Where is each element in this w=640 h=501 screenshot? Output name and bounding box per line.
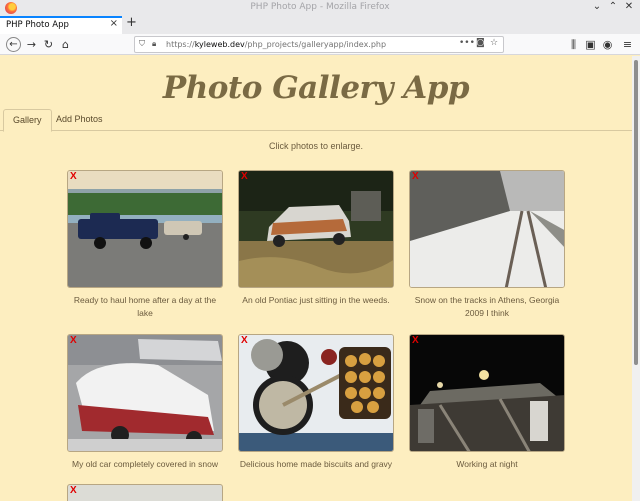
night-work-photo-image bbox=[410, 335, 564, 451]
sidebar-icon[interactable]: ▣ bbox=[583, 37, 598, 52]
photo-card: X An old Pontiac just sitting in the wee… bbox=[238, 170, 394, 307]
lock-icon[interactable]: 🔒︎ bbox=[152, 39, 156, 49]
reload-icon[interactable]: ↻ bbox=[41, 37, 56, 52]
delete-photo-icon[interactable]: X bbox=[412, 335, 419, 346]
tab-add-photos[interactable]: Add Photos bbox=[47, 109, 112, 132]
delete-photo-icon[interactable]: X bbox=[70, 335, 77, 346]
photo-card: X Snow on the tracks in Athens, Georgia … bbox=[409, 170, 565, 320]
pontiac-photo-image bbox=[239, 171, 393, 287]
maximize-icon[interactable]: ⌃ bbox=[606, 1, 620, 12]
biscuits-photo-image bbox=[239, 335, 393, 451]
delete-photo-icon[interactable]: X bbox=[70, 485, 77, 496]
truck-photo-image bbox=[68, 171, 222, 287]
photo-caption: An old Pontiac just sitting in the weeds… bbox=[242, 295, 390, 305]
library-icon[interactable]: ⫼ bbox=[566, 37, 581, 52]
forward-icon[interactable]: → bbox=[24, 37, 39, 52]
menu-icon[interactable]: ≡ bbox=[620, 37, 635, 52]
minimize-icon[interactable]: ⌄ bbox=[590, 1, 604, 12]
photo-card: X Delicious home made biscuits and gravy bbox=[238, 334, 394, 471]
shield-icon[interactable]: ⛉ bbox=[139, 39, 145, 49]
tab-bar: PHP Photo App × + bbox=[0, 15, 640, 34]
delete-photo-icon[interactable]: X bbox=[70, 171, 77, 182]
tab-title: PHP Photo App bbox=[6, 20, 69, 30]
photo-card: X My old car completely covered in snow bbox=[67, 334, 223, 471]
pocket-icon[interactable]: ◙ bbox=[476, 38, 485, 48]
photo-card: X bbox=[67, 484, 223, 501]
close-icon[interactable]: ✕ bbox=[622, 1, 636, 12]
photo-card: X Working at night bbox=[409, 334, 565, 471]
page-title: Photo Gallery App bbox=[162, 70, 470, 106]
window-titlebar: PHP Photo App - Mozilla Firefox ⌄ ⌃ ✕ bbox=[0, 0, 640, 16]
snow-tracks-photo-image bbox=[410, 171, 564, 287]
tab-gallery[interactable]: Gallery bbox=[3, 109, 52, 132]
photo-caption: Working at night bbox=[456, 459, 518, 469]
snow-car-photo-image bbox=[68, 335, 222, 451]
home-icon[interactable]: ⌂ bbox=[58, 37, 73, 52]
page-tabs: Gallery Add Photos bbox=[0, 107, 632, 132]
photo-caption: Ready to haul home after a day at the la… bbox=[73, 295, 217, 318]
photo-thumbnail[interactable]: X bbox=[238, 334, 394, 452]
url-bar[interactable]: ⛉ 🔒︎ https://kyleweb.dev/php_projects/ga… bbox=[134, 36, 504, 53]
url-text[interactable]: https://kyleweb.dev/php_projects/gallery… bbox=[166, 40, 386, 49]
page-actions-icon[interactable]: ••• bbox=[459, 38, 475, 48]
photo-thumbnail[interactable]: X bbox=[238, 170, 394, 288]
scrollbar-thumb[interactable] bbox=[634, 60, 638, 365]
hint-text: Click photos to enlarge. bbox=[268, 141, 364, 151]
tab-close-icon[interactable]: × bbox=[110, 18, 118, 29]
new-tab-icon[interactable]: + bbox=[126, 15, 137, 30]
delete-photo-icon[interactable]: X bbox=[241, 335, 248, 346]
star-icon[interactable]: ☆ bbox=[490, 38, 498, 48]
photo-caption: Delicious home made biscuits and gravy bbox=[239, 459, 393, 469]
page-content: Photo Gallery App Gallery Add Photos Cli… bbox=[0, 56, 632, 501]
back-icon[interactable]: ← bbox=[6, 37, 21, 52]
photo-thumbnail[interactable]: X bbox=[67, 484, 223, 501]
delete-photo-icon[interactable]: X bbox=[241, 171, 248, 182]
window-title: PHP Photo App - Mozilla Firefox bbox=[250, 2, 390, 12]
photo-thumbnail[interactable]: X bbox=[67, 170, 223, 288]
photo-thumbnail[interactable]: X bbox=[409, 334, 565, 452]
browser-tab[interactable]: PHP Photo App × bbox=[0, 16, 122, 34]
nav-toolbar: ← → ↻ ⌂ ⛉ 🔒︎ https://kyleweb.dev/php_pro… bbox=[0, 34, 640, 55]
photo-thumbnail[interactable]: X bbox=[67, 334, 223, 452]
scrollbar[interactable] bbox=[632, 56, 640, 501]
account-icon[interactable]: ◉ bbox=[600, 37, 615, 52]
photo-thumbnail[interactable]: X bbox=[409, 170, 565, 288]
photo-caption: Snow on the tracks in Athens, Georgia 20… bbox=[414, 295, 560, 318]
delete-photo-icon[interactable]: X bbox=[412, 171, 419, 182]
photo-card: X Ready to haul home after a day at the … bbox=[67, 170, 223, 320]
photo-caption: My old car completely covered in snow bbox=[72, 459, 218, 469]
